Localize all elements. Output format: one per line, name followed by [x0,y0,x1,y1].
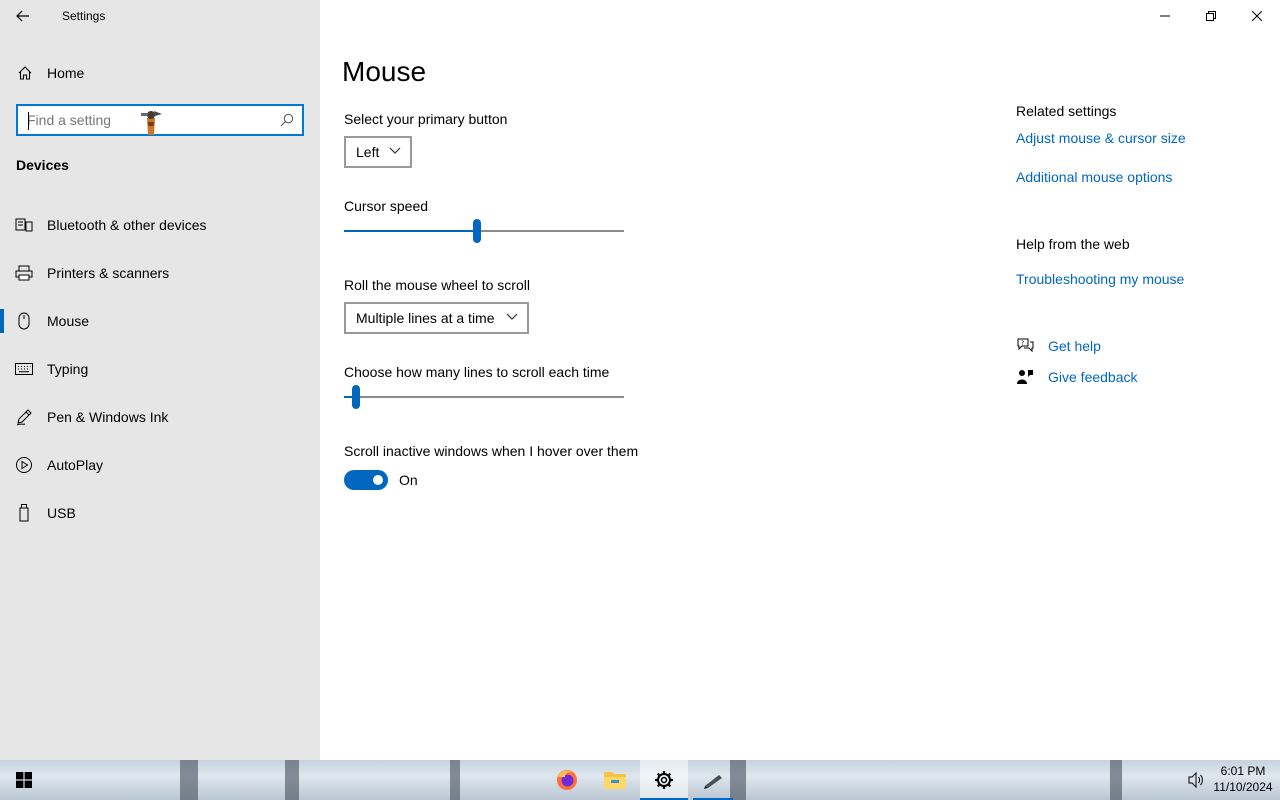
firefox-icon [557,770,577,790]
restore-button[interactable] [1188,0,1234,32]
home-icon [18,66,32,80]
restore-icon [1206,11,1216,21]
taskbar-firefox[interactable] [543,760,591,800]
sidebar-item-typing[interactable]: Typing [0,345,320,393]
volume-icon[interactable] [1186,770,1206,790]
taskbar-settings[interactable] [640,760,688,800]
taskbar-file-explorer[interactable] [591,760,639,800]
home-label: Home [47,65,85,81]
give-feedback-row[interactable]: Give feedback [1016,368,1138,386]
back-arrow-icon [16,10,29,22]
taskbar: 6:01 PM 11/10/2024 [0,760,1280,800]
file-explorer-icon [604,772,626,789]
sidebar-item-usb[interactable]: USB [0,489,320,537]
primary-button-label: Select your primary button [344,111,508,127]
clock-date: 11/10/2024 [1213,780,1273,794]
wallpaper-streak [285,760,299,800]
get-help-link[interactable]: Get help [1048,338,1101,354]
text-caret [28,112,29,130]
wallpaper-streak [450,760,460,800]
sidebar-item-label: Mouse [47,313,90,329]
toggle-knob [373,475,383,485]
get-help-icon: ? [1016,337,1034,355]
app-title: Settings [62,9,106,23]
troubleshooting-mouse-link[interactable]: Troubleshooting my mouse [1016,271,1184,287]
lines-to-scroll-label: Choose how many lines to scroll each tim… [344,364,610,380]
settings-sidebar: Settings Home Devices Bluetooth & other … [0,0,320,760]
wheel-scroll-label: Roll the mouse wheel to scroll [344,277,530,293]
minimize-button[interactable] [1142,0,1188,32]
sidebar-item-mouse[interactable]: Mouse [0,297,320,345]
search-icon[interactable] [280,113,294,127]
get-help-row[interactable]: ? Get help [1016,337,1101,355]
pen-app-icon [704,775,722,789]
clock-time: 6:01 PM [1220,764,1266,778]
sidebar-item-label: Bluetooth & other devices [47,217,207,233]
chevron-down-icon [506,313,518,320]
primary-button-dropdown[interactable]: Left [344,136,412,168]
give-feedback-link[interactable]: Give feedback [1048,369,1138,385]
close-icon [1252,11,1262,21]
sidebar-item-label: Printers & scanners [47,265,170,281]
sidebar-item-autoplay[interactable]: AutoPlay [0,441,320,489]
primary-button-value: Left [356,144,380,160]
settings-gear-icon [655,771,673,789]
taskbar-clock[interactable]: 6:01 PM 11/10/2024 [1210,763,1276,795]
sidebar-item-printers[interactable]: Printers & scanners [0,249,320,297]
wallpaper-streak [180,760,198,800]
toggle-state-label: On [399,472,418,488]
sidebar-item-label: USB [47,505,76,521]
cursor-speed-slider[interactable] [344,219,624,243]
slider-track-fill [344,230,477,232]
scroll-inactive-toggle[interactable] [344,470,388,490]
scroll-inactive-label: Scroll inactive windows when I hover ove… [344,443,639,459]
wheel-scroll-value: Multiple lines at a time [356,310,495,326]
sidebar-item-label: Pen & Windows Ink [47,409,169,425]
autoplay-icon [15,456,33,474]
back-button[interactable] [0,0,46,32]
sidebar-item-pen[interactable]: Pen & Windows Ink [0,393,320,441]
give-feedback-icon [1016,368,1034,386]
start-button[interactable] [0,760,48,800]
additional-mouse-options-link[interactable]: Additional mouse options [1016,169,1172,185]
slider-thumb[interactable] [352,385,360,409]
search-box[interactable] [16,104,304,136]
window-controls [1142,0,1280,32]
minimize-icon [1160,15,1170,17]
printer-icon [15,264,33,282]
chevron-down-icon [389,147,401,154]
usb-icon [15,504,33,522]
slider-thumb[interactable] [473,219,481,243]
section-heading-devices: Devices [16,157,69,173]
pen-icon [15,408,33,426]
help-from-web-heading: Help from the web [1016,236,1130,252]
sidebar-item-home[interactable]: Home [0,56,320,90]
adjust-mouse-cursor-size-link[interactable]: Adjust mouse & cursor size [1016,130,1186,146]
related-settings-heading: Related settings [1016,103,1117,119]
keyboard-icon [15,360,33,378]
mouse-icon [15,312,33,330]
windows-logo-icon [16,772,32,788]
slider-track [344,396,624,398]
cursor-mascot-icon [141,111,162,135]
taskbar-pen-app[interactable] [689,760,737,800]
bluetooth-devices-icon [15,216,33,234]
sidebar-item-label: AutoPlay [47,457,104,473]
sidebar-item-bluetooth[interactable]: Bluetooth & other devices [0,201,320,249]
sidebar-nav: Bluetooth & other devices Printers & sca… [0,201,320,537]
wheel-scroll-dropdown[interactable]: Multiple lines at a time [344,302,529,334]
close-button[interactable] [1234,0,1280,32]
main-content: Mouse Select your primary button Left Cu… [320,0,1280,760]
cursor-speed-label: Cursor speed [344,198,429,214]
page-title: Mouse [342,56,427,87]
lines-to-scroll-slider[interactable] [344,385,624,409]
wallpaper-streak [1110,760,1122,800]
title-bar-left: Settings [0,0,320,32]
scroll-inactive-toggle-row: On [344,470,418,490]
svg-text:?: ? [1021,340,1024,347]
sidebar-item-label: Typing [47,361,89,377]
